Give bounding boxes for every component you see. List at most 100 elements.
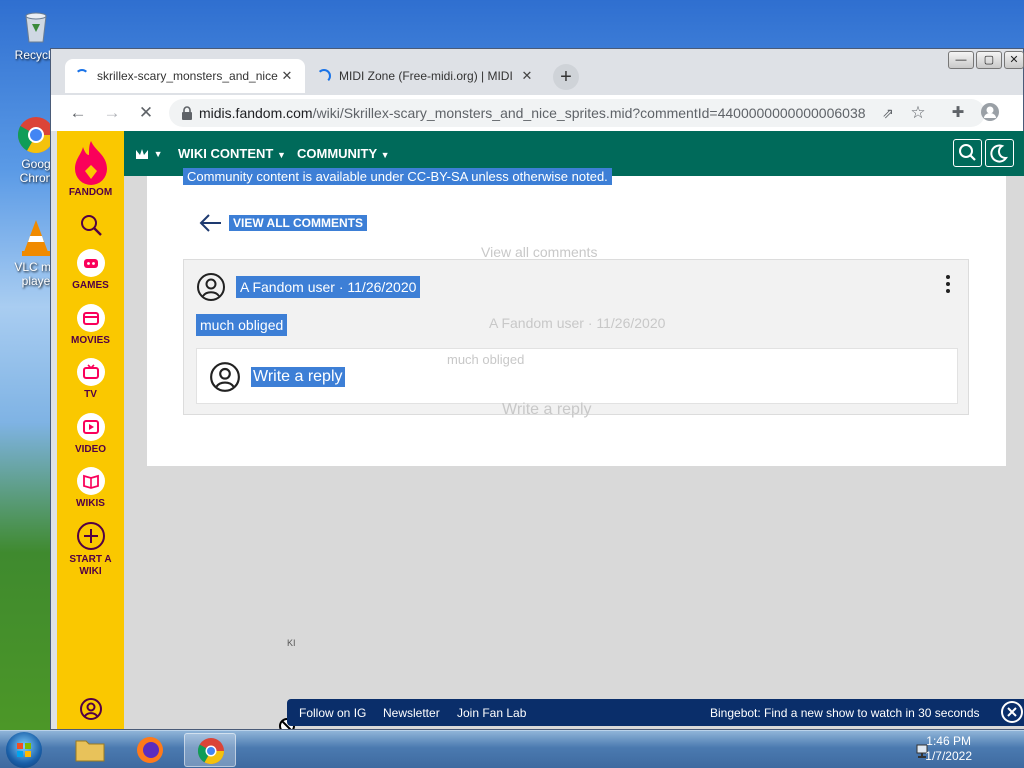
tab-title: skrillex-scary_monsters_and_nice bbox=[97, 69, 278, 83]
windows-taskbar: 1:46 PM 1/7/2022 bbox=[0, 730, 1024, 768]
close-bar-button[interactable] bbox=[1001, 701, 1023, 723]
rail-account[interactable] bbox=[57, 697, 124, 721]
nav-community-label: COMMUNITY bbox=[297, 146, 377, 161]
comment-card: A Fandom user · 11/26/2020 much obliged … bbox=[183, 259, 969, 415]
rail-tv[interactable]: TV bbox=[57, 358, 124, 400]
arrow-left-icon bbox=[199, 214, 221, 232]
dark-mode-toggle[interactable] bbox=[985, 139, 1014, 167]
chevron-down-icon: ▼ bbox=[153, 149, 163, 159]
rail-wikis[interactable]: WIKIS bbox=[57, 467, 124, 509]
taskbar-explorer[interactable] bbox=[64, 733, 116, 767]
user-avatar-icon bbox=[210, 362, 240, 392]
tab-skrillex[interactable]: skrillex-scary_monsters_and_nice ✕ bbox=[65, 59, 305, 93]
minimize-button[interactable]: — bbox=[948, 51, 974, 69]
url-text: midis.fandom.com/wiki/Skrillex-scary_mon… bbox=[199, 105, 866, 121]
tab-strip: skrillex-scary_monsters_and_nice ✕ MIDI … bbox=[51, 49, 1024, 95]
chevron-down-icon: ▼ bbox=[380, 150, 390, 160]
view-all-comments-link[interactable]: VIEW ALL COMMENTS bbox=[199, 212, 367, 234]
clock-time: 1:46 PM bbox=[926, 734, 971, 748]
page-viewport: FANDOM GAMES MOVIES TV VIDEO WIKIS START… bbox=[57, 131, 1024, 729]
tab-title: MIDI Zone (Free-midi.org) | MIDI bbox=[339, 69, 513, 83]
stop-loading-icon[interactable]: ✕ bbox=[135, 102, 157, 124]
bingebot-link[interactable]: Bingebot: Find a new show to watch in 30… bbox=[710, 706, 980, 720]
tab-midi-zone[interactable]: MIDI Zone (Free-midi.org) | MIDI ✕ bbox=[307, 59, 545, 93]
rail-video[interactable]: VIDEO bbox=[57, 413, 124, 455]
loading-spinner-icon bbox=[75, 69, 89, 83]
rail-games[interactable]: GAMES bbox=[57, 249, 124, 291]
close-icon bbox=[1003, 703, 1021, 721]
back-arrow-icon[interactable]: ← bbox=[67, 102, 89, 124]
reply-placeholder[interactable]: Write a reply bbox=[251, 367, 345, 387]
join-fan-lab-link[interactable]: Join Fan Lab bbox=[457, 706, 526, 720]
windows-logo-icon bbox=[17, 743, 31, 757]
rail-tv-label: TV bbox=[84, 389, 97, 400]
wikis-icon bbox=[82, 474, 99, 489]
separator: · bbox=[338, 279, 344, 295]
taskbar-chrome[interactable] bbox=[184, 733, 236, 767]
plus-circle-icon bbox=[76, 522, 105, 550]
article-content: Community content is available under CC-… bbox=[147, 168, 1006, 466]
nav-wiki-content[interactable]: WIKI CONTENT ▼ bbox=[178, 146, 286, 161]
recycle-bin-icon bbox=[16, 6, 56, 46]
address-bar[interactable]: midis.fandom.com/wiki/Skrillex-scary_mon… bbox=[169, 99, 985, 127]
share-icon[interactable]: ⇗ bbox=[877, 102, 899, 124]
wiki-home-icon-menu[interactable]: ▼ bbox=[134, 145, 163, 161]
close-tab-icon[interactable]: ✕ bbox=[279, 68, 295, 84]
lock-icon bbox=[182, 106, 192, 120]
wiki-logo-icon bbox=[136, 148, 148, 159]
ghost-view-all-comments: View all comments bbox=[481, 244, 598, 260]
fandom-bottom-bar: Follow on IG Newsletter Join Fan Lab Bin… bbox=[287, 699, 1024, 726]
follow-on-ig-link[interactable]: Follow on IG bbox=[299, 706, 366, 720]
nav-community[interactable]: COMMUNITY ▼ bbox=[297, 146, 389, 161]
fandom-flame-icon bbox=[74, 141, 107, 185]
rail-movies[interactable]: MOVIES bbox=[57, 304, 124, 346]
video-icon bbox=[82, 420, 99, 434]
license-notice: Community content is available under CC-… bbox=[183, 168, 612, 185]
loading-spinner-icon bbox=[317, 69, 331, 83]
bookmark-star-icon[interactable]: ☆ bbox=[907, 102, 929, 124]
chevron-down-icon: ▼ bbox=[276, 150, 286, 160]
rail-video-label: VIDEO bbox=[74, 444, 107, 455]
folder-icon bbox=[75, 740, 105, 762]
extensions-puzzle-icon[interactable]: ✚ bbox=[947, 102, 969, 124]
close-tab-icon[interactable]: ✕ bbox=[519, 68, 535, 84]
ghost-author-line: A Fandom user · 11/26/2020 bbox=[489, 315, 666, 331]
fandom-logo[interactable]: FANDOM bbox=[57, 139, 124, 198]
chrome-window: skrillex-scary_monsters_and_nice ✕ MIDI … bbox=[50, 48, 1024, 730]
movies-icon bbox=[82, 312, 99, 325]
search-icon bbox=[959, 144, 976, 161]
profile-avatar-icon[interactable] bbox=[979, 102, 1001, 124]
forward-arrow-icon[interactable]: → bbox=[101, 102, 123, 124]
ghost-reply: Write a reply bbox=[502, 401, 592, 418]
fandom-global-nav: FANDOM GAMES MOVIES TV VIDEO WIKIS START… bbox=[57, 131, 124, 729]
close-window-button[interactable]: ✕ bbox=[1004, 51, 1024, 69]
nav-search-button[interactable] bbox=[953, 139, 982, 167]
nav-wiki-content-label: WIKI CONTENT bbox=[178, 146, 274, 161]
rail-start-a-wiki[interactable]: START A WIKI bbox=[57, 521, 124, 578]
kebab-menu-icon[interactable] bbox=[942, 274, 954, 294]
rail-games-label: GAMES bbox=[72, 280, 109, 291]
user-account-icon bbox=[79, 698, 102, 720]
user-avatar-icon bbox=[197, 273, 225, 301]
reply-box[interactable]: Write a reply bbox=[196, 348, 958, 404]
system-clock[interactable]: 1:46 PM 1/7/2022 bbox=[925, 734, 972, 764]
taskbar-firefox[interactable] bbox=[124, 733, 176, 767]
rail-start-wiki-label: START A WIKI bbox=[69, 554, 112, 577]
view-all-comments-label: VIEW ALL COMMENTS bbox=[229, 215, 367, 231]
desktop-icon-label: Goog Chron bbox=[19, 157, 53, 185]
comment-date: 11/26/2020 bbox=[347, 279, 417, 295]
maximize-button[interactable]: ▢ bbox=[976, 51, 1002, 69]
stray-text: KI bbox=[287, 638, 296, 648]
start-button[interactable] bbox=[6, 732, 42, 768]
rail-wikis-label: WIKIS bbox=[76, 498, 105, 509]
comment-author: A Fandom user bbox=[240, 279, 335, 295]
new-tab-button[interactable]: + bbox=[553, 64, 579, 90]
chrome-icon bbox=[197, 738, 225, 765]
firefox-icon bbox=[137, 737, 163, 763]
games-icon bbox=[83, 259, 98, 268]
newsletter-link[interactable]: Newsletter bbox=[383, 706, 440, 720]
fandom-label: FANDOM bbox=[68, 187, 113, 198]
rail-search[interactable] bbox=[57, 213, 124, 237]
browser-toolbar: ← → ✕ midis.fandom.com/wiki/Skrillex-sca… bbox=[51, 95, 1023, 131]
moon-icon bbox=[990, 144, 1008, 163]
